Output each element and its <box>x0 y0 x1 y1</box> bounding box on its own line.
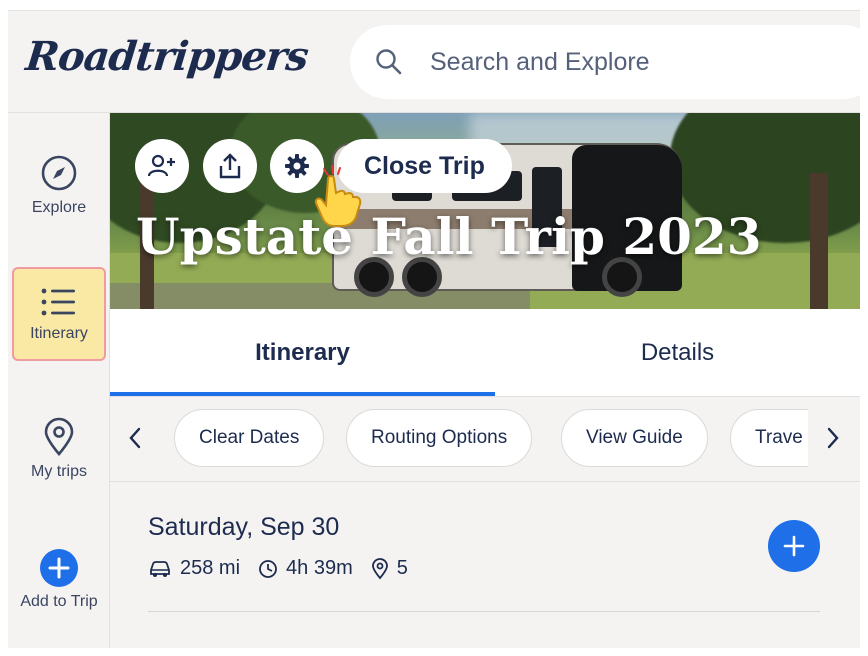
scroll-left-button[interactable] <box>120 420 150 456</box>
roadtrippers-logo[interactable]: Roadtrippers <box>24 33 310 80</box>
header: Roadtrippers Search and Explore <box>8 11 860 113</box>
sidebar-item-itinerary[interactable]: Itinerary <box>12 267 106 361</box>
trip-hero-banner: Upstate Fall Trip 2023 Close Trip <box>110 113 860 309</box>
routing-options-button[interactable]: Routing Options <box>346 409 533 467</box>
chevron-left-icon <box>129 427 141 449</box>
clock-icon <box>259 559 277 578</box>
sidebar: Explore Itinerary My trips Add to Trip <box>8 113 110 648</box>
add-stop-button[interactable] <box>768 520 820 572</box>
add-traveler-button[interactable] <box>135 139 189 193</box>
hero-tree-trunk <box>810 173 828 309</box>
compass-icon <box>41 155 77 191</box>
sidebar-item-label: Itinerary <box>30 325 88 342</box>
trip-tabs: Itinerary Details <box>110 309 860 397</box>
share-button[interactable] <box>203 139 257 193</box>
sidebar-item-label: My trips <box>31 463 87 480</box>
distance-stat: 258 mi <box>148 557 240 580</box>
chevron-right-icon <box>827 427 839 449</box>
car-icon <box>150 560 170 577</box>
sidebar-item-explore[interactable]: Explore <box>8 153 110 217</box>
active-tab-indicator <box>110 392 495 396</box>
trip-title: Upstate Fall Trip 2023 <box>136 207 762 266</box>
sidebar-item-my-trips[interactable]: My trips <box>8 417 110 481</box>
tab-details[interactable]: Details <box>495 309 860 397</box>
stops-stat: 5 <box>371 557 408 580</box>
clear-dates-button[interactable]: Clear Dates <box>174 409 325 467</box>
sidebar-item-label: Add to Trip <box>20 593 98 610</box>
day-section: Saturday, Sep 30 258 mi 4h 39m 5 <box>110 483 860 648</box>
app-window: Roadtrippers Search and Explore Explore <box>8 10 860 648</box>
stops-value: 5 <box>396 557 408 579</box>
pointing-hand-cursor-icon <box>314 165 362 227</box>
sidebar-item-label: Explore <box>31 199 87 216</box>
search-placeholder: Search and Explore <box>430 47 650 76</box>
divider <box>148 611 820 612</box>
day-stats: 258 mi 4h 39m 5 <box>148 557 426 580</box>
add-person-icon <box>148 154 175 177</box>
tab-itinerary[interactable]: Itinerary <box>110 309 495 397</box>
duration-stat: 4h 39m <box>258 557 353 580</box>
share-icon <box>219 153 241 179</box>
list-icon <box>41 288 75 316</box>
plus-icon <box>40 549 78 587</box>
location-pin-icon <box>44 417 74 456</box>
plus-icon <box>783 535 805 557</box>
search-bar[interactable]: Search and Explore <box>350 25 860 99</box>
view-guide-button[interactable]: View Guide <box>561 409 708 467</box>
search-icon <box>376 49 402 75</box>
sidebar-item-add-to-trip[interactable]: Add to Trip <box>8 549 110 611</box>
location-pin-icon <box>371 557 388 579</box>
itinerary-actions-bar: Clear Dates Routing Options View Guide T… <box>110 398 860 482</box>
scroll-right-button[interactable] <box>818 420 848 456</box>
day-title: Saturday, Sep 30 <box>148 513 340 541</box>
duration-value: 4h 39m <box>286 557 353 579</box>
distance-value: 258 mi <box>180 557 241 579</box>
